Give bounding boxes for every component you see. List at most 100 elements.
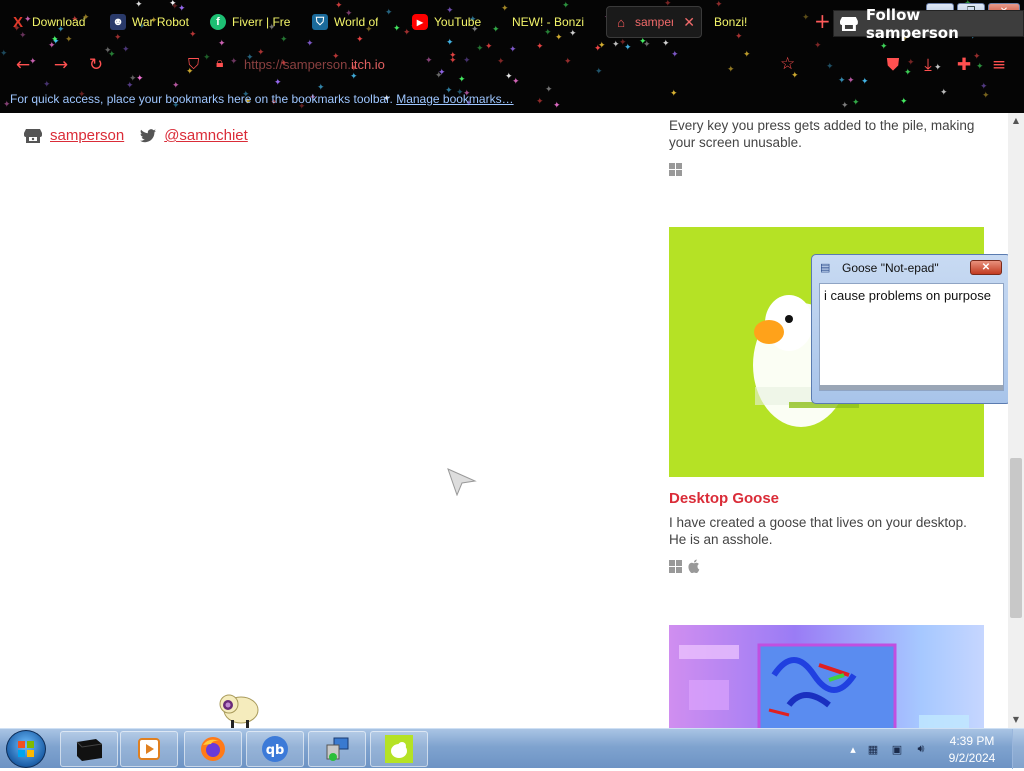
windows-taskbar: qb ▴ ▦ ▣ 🔊︎ 4:39 PM 9/2/2024 — [0, 728, 1024, 769]
bookmarks-hint-text: For quick access, place your bookmarks h… — [10, 92, 393, 106]
tab-fiverr[interactable]: f Fiverr | Fre — [204, 6, 300, 38]
firefox-icon — [201, 737, 225, 761]
url-text[interactable]: https://samperson.itch.io — [244, 57, 385, 72]
scroll-up-arrow-icon[interactable]: ▲ — [1008, 113, 1024, 129]
tab-title: samper — [635, 15, 674, 29]
tracking-shield-icon[interactable]: ⛉ — [188, 55, 199, 73]
taskbar-explorer-button[interactable] — [60, 731, 118, 767]
bookmarks-toolbar: For quick access, place your bookmarks h… — [0, 86, 1024, 113]
url-prefix: https://samperson. — [244, 57, 351, 72]
youtube-icon: ▶ — [412, 14, 428, 30]
explorer-icon — [76, 739, 103, 761]
lock-icon[interactable]: 🔒︎ — [216, 55, 223, 71]
show-desktop-button[interactable] — [1012, 729, 1024, 769]
page-content: samperson @samnchiet Every key you press… — [0, 113, 1008, 728]
twitter-handle: @samnchiet — [164, 127, 248, 144]
media-player-icon — [138, 738, 160, 760]
notepad-scrollbar[interactable] — [820, 385, 1003, 390]
fiverr-icon: f — [210, 14, 226, 30]
navigation-toolbar: ← → ↻ ⛉ 🔒︎ https://samperson.itch.io ☆ ⛊… — [0, 44, 1024, 86]
desktop-sheep-pet[interactable] — [216, 687, 262, 728]
notepad-text-area[interactable]: i cause problems on purpose — [819, 283, 1004, 391]
taskbar-network-button[interactable] — [308, 731, 366, 767]
puzzle-icon: ✚ — [956, 55, 972, 75]
reload-button[interactable]: ↻ — [85, 54, 107, 76]
taskbar-qbittorrent-button[interactable]: qb — [246, 731, 304, 767]
game-description: Every key you press gets added to the pi… — [669, 118, 975, 150]
twitter-profile-link[interactable]: @samnchiet — [140, 127, 248, 144]
goose-notepad-window[interactable]: ▤ Goose "Not-epad" ✕ i cause problems on… — [811, 254, 1008, 404]
notepad-icon: ▤ — [820, 262, 831, 274]
notepad-title: Goose "Not-epad" — [842, 261, 939, 275]
robot-icon: ☻ — [110, 14, 126, 30]
clock-date[interactable]: 9/2/2024 — [940, 751, 1004, 765]
itchio-username: samperson — [50, 127, 125, 144]
forward-button[interactable]: → — [50, 54, 72, 76]
twitter-icon — [140, 128, 157, 142]
scrollbar-thumb[interactable] — [1010, 458, 1022, 618]
itchio-icon: ⌂ — [617, 14, 625, 30]
show-hidden-icons-chevron-icon[interactable]: ▴ — [845, 741, 861, 757]
itchio-profile-link[interactable]: samperson — [24, 127, 124, 144]
tab-youtube[interactable]: ▶ YouTube — [406, 6, 502, 38]
tab-title: Bonzi! — [714, 15, 748, 29]
taskbar-firefox-button[interactable] — [184, 731, 242, 767]
game-thumbnail[interactable] — [669, 625, 984, 728]
back-button[interactable]: ← — [12, 54, 34, 76]
goose-cursor-icon — [447, 468, 477, 501]
start-button[interactable] — [6, 730, 46, 768]
volume-icon[interactable]: 🔊︎ — [913, 741, 929, 757]
tab-download[interactable]: X Download — [4, 6, 100, 38]
notepad-close-button[interactable]: ✕ — [970, 260, 1002, 275]
follow-button-label: Follow samperson — [865, 5, 959, 42]
tab-title: NEW! - Bonzi — [512, 15, 585, 29]
menu-button[interactable]: ≡ — [988, 54, 1010, 76]
scroll-down-arrow-icon[interactable]: ▼ — [1008, 712, 1024, 728]
extensions-button[interactable]: ✚ — [953, 54, 975, 76]
url-bar[interactable]: ⛉ 🔒︎ https://samperson.itch.io ☆ — [180, 50, 820, 80]
clock-time[interactable]: 4:39 PM — [940, 734, 1004, 748]
platform-icons — [669, 163, 682, 176]
follow-button[interactable]: Follow samperson — [833, 6, 1024, 42]
manage-bookmarks-link[interactable]: Manage bookmarks… — [396, 92, 513, 106]
pocket-icon: ⛊ — [886, 55, 900, 75]
tab-title: War Robot — [132, 15, 189, 29]
network-icon — [326, 737, 349, 761]
tab-samperson[interactable]: ⌂ samper ✕ — [606, 6, 702, 38]
close-icon[interactable]: ✕ — [683, 14, 695, 31]
tab-world-of[interactable]: ⛉ World of — [306, 6, 402, 38]
taskbar-desktop-goose-button[interactable] — [370, 731, 428, 767]
download-icon: ⤓ — [924, 55, 932, 75]
arrow-left-icon: ← — [15, 55, 31, 75]
reload-icon: ↻ — [88, 55, 104, 75]
tab-title: YouTube — [434, 15, 482, 29]
arrow-right-icon: → — [53, 55, 69, 75]
tab-title: World of — [334, 15, 379, 29]
url-domain: itch.io — [350, 57, 385, 72]
tab-bonzi[interactable]: Bonzi! — [708, 6, 804, 38]
notepad-titlebar[interactable]: ▤ Goose "Not-epad" ✕ — [812, 255, 1008, 281]
game-title-link[interactable]: Desktop Goose — [669, 490, 779, 507]
pocket-button[interactable]: ⛊ — [882, 54, 904, 76]
tab-bonzi-new[interactable]: NEW! - Bonzi — [506, 6, 602, 38]
bookmark-star-icon[interactable]: ☆ — [780, 54, 795, 74]
shield-icon: ⛉ — [312, 14, 328, 30]
windows-icon — [669, 163, 682, 176]
itchio-icon — [24, 128, 42, 143]
page-scrollbar[interactable]: ▲ ▼ — [1008, 113, 1024, 728]
profile-links: samperson @samnchiet — [24, 127, 248, 144]
tab-war-robots[interactable]: ☻ War Robot — [104, 6, 200, 38]
tray-app-icon[interactable]: ▦ — [865, 741, 881, 757]
qbittorrent-icon: qb — [262, 736, 288, 762]
desktop-goose-icon — [385, 735, 413, 763]
x-icon: X — [12, 13, 23, 31]
game-description: I have created a goose that lives on you… — [669, 515, 967, 547]
windows-icon — [669, 559, 682, 573]
tab-title: Download — [32, 15, 86, 29]
downloads-button[interactable]: ⤓ — [917, 54, 939, 76]
new-tab-button[interactable]: + — [814, 11, 831, 31]
tray-network-icon[interactable]: ▣ — [889, 741, 905, 757]
itchio-icon — [840, 16, 858, 31]
platform-icons — [669, 559, 700, 573]
taskbar-media-player-button[interactable] — [120, 731, 178, 767]
